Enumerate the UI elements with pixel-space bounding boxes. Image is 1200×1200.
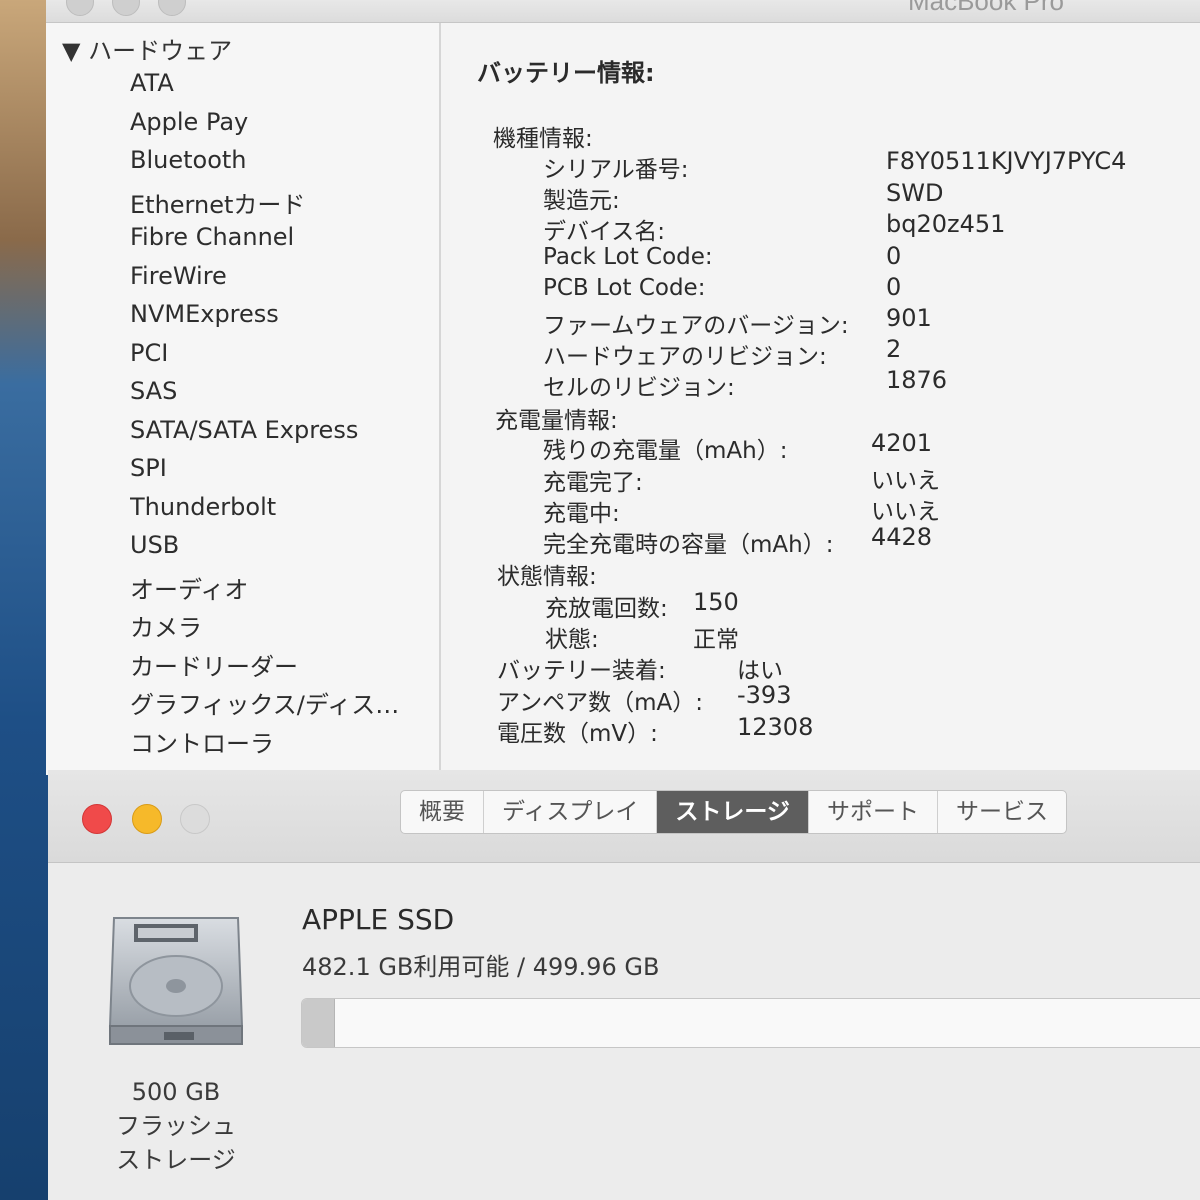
disk-caption: 500 GB フラッシュ ストレージ	[88, 1075, 264, 1177]
sidebar-item-pci[interactable]: PCI	[130, 339, 168, 367]
zoom-button[interactable]	[158, 0, 186, 16]
close-button[interactable]	[66, 0, 94, 16]
remaining-charge-label: 残りの充電量（mAh）:	[543, 438, 788, 464]
close-button[interactable]	[82, 804, 112, 834]
condition-label: 状態:	[545, 627, 599, 653]
minimize-button[interactable]	[132, 804, 162, 834]
firmware-value: 901	[886, 304, 932, 332]
storage-panel: 500 GB フラッシュ ストレージ APPLE SSD 482.1 GB利用可…	[48, 863, 1200, 1200]
pcb-lot-value: 0	[886, 273, 902, 301]
hardware-revision-value: 2	[886, 335, 902, 363]
charging-value: いいえ	[871, 499, 940, 525]
sidebar-item-ata[interactable]: ATA	[130, 69, 174, 97]
tab-storage[interactable]: ストレージ	[657, 791, 809, 833]
battery-heading: バッテリー情報:	[477, 59, 655, 87]
battery-info-panel: バッテリー情報: 機種情報: シリアル番号: F8Y0511KJVYJ7PYC4…	[441, 23, 1200, 775]
sidebar-hardware-header[interactable]: ▼ ハードウェア	[62, 31, 232, 66]
title-bar: MacBook Pro	[46, 0, 1200, 23]
sidebar-item-spi[interactable]: SPI	[130, 454, 167, 482]
disk-name: APPLE SSD	[302, 903, 455, 936]
sidebar-item-camera[interactable]: カメラ	[130, 608, 202, 643]
cell-revision-label: セルのリビジョン:	[543, 375, 735, 401]
tab-bar: 概要 ディスプレイ ストレージ サポート サービス	[400, 790, 1067, 834]
pack-lot-value: 0	[886, 242, 902, 270]
about-this-mac-window: 概要 ディスプレイ ストレージ サポート サービス 500 GB フラッシュ ス…	[48, 770, 1200, 1200]
storage-usage-bar	[301, 998, 1200, 1048]
voltage-value: 12308	[737, 713, 814, 741]
sidebar-item-audio[interactable]: オーディオ	[130, 570, 248, 605]
disk-type-label-1: フラッシュ	[116, 1112, 236, 1140]
disk-capacity: 482.1 GB利用可能 / 499.96 GB	[302, 953, 660, 981]
tab-overview[interactable]: 概要	[401, 791, 484, 833]
storage-used-segment	[302, 999, 336, 1047]
cycle-count-value: 150	[693, 588, 739, 616]
manufacturer-label: 製造元:	[543, 188, 620, 214]
sidebar-item-sata[interactable]: SATA/SATA Express	[130, 416, 358, 444]
sidebar-item-bluetooth[interactable]: Bluetooth	[130, 146, 247, 174]
tab-service[interactable]: サービス	[938, 791, 1066, 833]
device-name-value: bq20z451	[886, 210, 1006, 238]
zoom-button[interactable]	[180, 804, 210, 834]
about-toolbar: 概要 ディスプレイ ストレージ サポート サービス	[48, 770, 1200, 863]
model-section-label: 機種情報:	[493, 126, 593, 152]
manufacturer-value: SWD	[886, 179, 944, 207]
battery-installed-label: バッテリー装着:	[497, 658, 666, 684]
sidebar-item-nvmexpress[interactable]: NVMExpress	[130, 300, 279, 328]
remaining-charge-value: 4201	[871, 429, 933, 457]
cell-revision-value: 1876	[886, 366, 948, 394]
charging-label: 充電中:	[543, 501, 620, 527]
sidebar-item-usb[interactable]: USB	[130, 531, 179, 559]
disk-size-label: 500 GB	[131, 1078, 221, 1106]
system-information-window: MacBook Pro ▼ ハードウェア ATA Apple Pay Bluet…	[46, 0, 1200, 775]
full-capacity-label: 完全充電時の容量（mAh）:	[543, 532, 834, 558]
tab-displays[interactable]: ディスプレイ	[484, 791, 658, 833]
charge-section-label: 充電量情報:	[495, 408, 618, 434]
sidebar-item-fibre-channel[interactable]: Fibre Channel	[130, 223, 294, 251]
tab-support[interactable]: サポート	[809, 791, 938, 833]
serial-label: シリアル番号:	[543, 157, 689, 183]
disk-type-label-2: ストレージ	[116, 1146, 236, 1174]
sidebar-item-thunderbolt[interactable]: Thunderbolt	[130, 493, 276, 521]
device-name-label: デバイス名:	[543, 219, 666, 245]
desktop-background	[0, 0, 48, 1200]
full-capacity-value: 4428	[871, 523, 933, 551]
sidebar-item-apple-pay[interactable]: Apple Pay	[130, 108, 248, 136]
fully-charged-label: 充電完了:	[543, 470, 643, 496]
hard-drive-icon	[108, 917, 244, 1045]
condition-value: 正常	[693, 627, 739, 653]
serial-value: F8Y0511KJVYJ7PYC4	[886, 147, 1127, 175]
sidebar-item-graphics[interactable]: グラフィックス/ディス…	[130, 685, 399, 720]
sidebar: ▼ ハードウェア ATA Apple Pay Bluetooth Etherne…	[46, 23, 441, 775]
minimize-button[interactable]	[112, 0, 140, 16]
sidebar-item-card-reader[interactable]: カードリーダー	[130, 647, 298, 682]
amperage-label: アンペア数（mA）:	[497, 690, 703, 716]
amperage-value: -393	[737, 681, 792, 709]
firmware-label: ファームウェアのバージョン:	[543, 313, 849, 339]
pcb-lot-label: PCB Lot Code:	[543, 275, 706, 301]
battery-installed-value: はい	[737, 658, 783, 684]
status-section-label: 状態情報:	[497, 564, 597, 590]
sidebar-item-sas[interactable]: SAS	[130, 377, 177, 405]
sidebar-item-ethernet[interactable]: Ethernetカード	[130, 185, 305, 220]
hardware-revision-label: ハードウェアのリビジョン:	[543, 344, 827, 370]
voltage-label: 電圧数（mV）:	[497, 721, 658, 747]
window-title: MacBook Pro	[907, 0, 1065, 16]
fully-charged-value: いいえ	[871, 468, 940, 494]
sidebar-item-firewire[interactable]: FireWire	[130, 262, 227, 290]
cycle-count-label: 充放電回数:	[545, 596, 668, 622]
pack-lot-label: Pack Lot Code:	[543, 244, 713, 270]
sidebar-item-controller[interactable]: コントローラ	[130, 724, 274, 759]
